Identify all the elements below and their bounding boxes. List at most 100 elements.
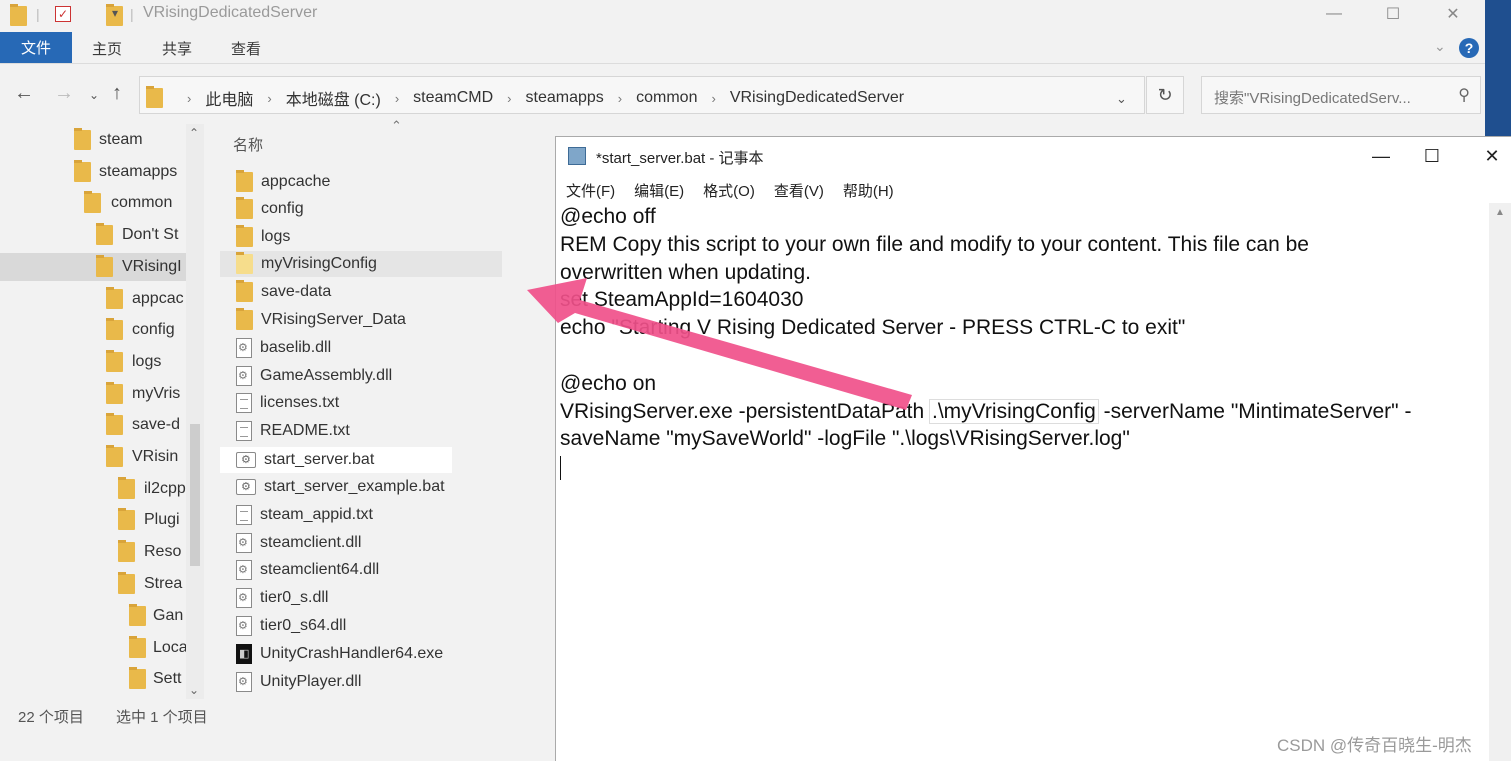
chevron-right-icon[interactable]: › xyxy=(711,91,715,106)
nav-item[interactable]: VRisin xyxy=(106,443,178,471)
nav-item[interactable]: appcac xyxy=(106,285,184,313)
file-row[interactable]: UnityPlayer.dll xyxy=(220,669,500,695)
menu-help[interactable]: 帮助(H) xyxy=(843,180,894,203)
file-name: logs xyxy=(261,228,291,245)
nav-item[interactable]: common xyxy=(84,189,172,217)
tab-view[interactable]: 查看 xyxy=(231,38,261,59)
explorer-titlebar: | ✓ ▾ | VRisingDedicatedServer — ☐ ✕ xyxy=(0,0,1485,32)
file-row[interactable]: baselib.dll xyxy=(220,335,500,361)
file-row-selected[interactable]: myVrisingConfig xyxy=(220,251,502,277)
breadcrumb-item[interactable]: VRisingDedicatedServer xyxy=(730,89,904,107)
maximize-button[interactable]: ☐ xyxy=(1370,0,1416,28)
file-row[interactable]: UnityCrashHandler64.exe xyxy=(220,641,500,667)
file-name: UnityPlayer.dll xyxy=(260,673,362,690)
chevron-down-icon[interactable]: ⌄ xyxy=(1434,38,1446,55)
nav-item[interactable]: steam xyxy=(74,126,143,154)
search-input[interactable]: 搜索"VRisingDedicatedServ... ⚲ xyxy=(1201,76,1481,114)
refresh-button[interactable]: ↻ xyxy=(1146,76,1184,114)
nav-item[interactable]: Gan xyxy=(129,602,183,630)
close-button[interactable]: ✕ xyxy=(1430,0,1476,28)
chevron-right-icon[interactable]: › xyxy=(395,91,399,106)
minimize-button[interactable]: — xyxy=(1311,0,1357,28)
nav-scrollbar[interactable]: ⌃ ⌄ xyxy=(186,124,204,699)
menu-edit[interactable]: 编辑(E) xyxy=(634,180,684,203)
folder-icon xyxy=(106,350,123,372)
minimize-button[interactable]: — xyxy=(1361,143,1401,169)
file-name: config xyxy=(261,200,304,217)
customize-toolbar-icon[interactable]: ▾ xyxy=(112,6,128,22)
nav-item-label: steam xyxy=(99,131,143,148)
chevron-right-icon[interactable]: › xyxy=(618,91,622,106)
file-row[interactable]: tier0_s64.dll xyxy=(220,613,500,639)
file-row[interactable]: save-data xyxy=(220,279,500,305)
chevron-right-icon[interactable]: › xyxy=(507,91,511,106)
properties-icon[interactable]: ✓ xyxy=(55,6,71,22)
chevron-down-icon[interactable]: ⌄ xyxy=(1116,91,1127,107)
menu-file[interactable]: 文件(F) xyxy=(566,180,615,203)
chevron-right-icon[interactable]: › xyxy=(187,91,191,106)
chevron-up-icon[interactable]: ▲ xyxy=(1495,207,1505,218)
file-row-highlighted[interactable]: start_server.bat xyxy=(220,447,452,473)
up-arrow-icon[interactable]: ↑ xyxy=(112,82,122,105)
nav-item[interactable]: logs xyxy=(106,348,161,376)
chevron-right-icon[interactable]: › xyxy=(267,91,271,106)
text-line: @echo off xyxy=(560,205,656,228)
file-row[interactable]: steam_appid.txt xyxy=(220,502,500,528)
nav-item[interactable]: steamapps xyxy=(74,158,177,186)
search-icon[interactable]: ⚲ xyxy=(1458,85,1470,105)
folder-icon xyxy=(106,445,123,467)
file-row[interactable]: appcache xyxy=(220,169,500,195)
tab-home[interactable]: 主页 xyxy=(92,38,122,59)
notepad-text-area[interactable]: @echo off REM Copy this script to your o… xyxy=(560,203,1490,481)
menu-view[interactable]: 查看(V) xyxy=(774,180,824,203)
breadcrumb-item[interactable]: 本地磁盘 (C:) xyxy=(286,86,381,110)
file-row[interactable]: config xyxy=(220,196,500,222)
notepad-scrollbar[interactable]: ▲ xyxy=(1489,203,1511,761)
nav-item[interactable]: myVris xyxy=(106,380,180,408)
tab-file[interactable]: 文件 xyxy=(0,32,72,63)
dll-file-icon xyxy=(236,366,252,386)
file-row[interactable]: steamclient.dll xyxy=(220,530,500,556)
breadcrumb-item[interactable]: 此电脑 xyxy=(205,86,253,110)
scrollbar-thumb[interactable] xyxy=(190,424,200,566)
nav-item[interactable]: Plugi xyxy=(118,506,180,534)
file-name: start_server.bat xyxy=(264,451,375,468)
exe-file-icon xyxy=(236,644,252,664)
file-row[interactable]: logs xyxy=(220,224,500,250)
column-header-name[interactable]: 名称 xyxy=(233,134,263,155)
selected-count: 选中 1 个项目 xyxy=(116,709,208,726)
chevron-down-icon[interactable]: ⌄ xyxy=(189,683,199,697)
folder-icon xyxy=(84,191,101,213)
chevron-up-icon[interactable]: ⌃ xyxy=(189,126,199,140)
file-row[interactable]: GameAssembly.dll xyxy=(220,363,500,389)
file-row[interactable]: start_server_example.bat xyxy=(220,474,500,500)
file-row[interactable]: VRisingServer_Data xyxy=(220,307,500,333)
nav-item[interactable]: Sett xyxy=(129,665,181,693)
nav-item[interactable]: Strea xyxy=(118,570,182,598)
menu-format[interactable]: 格式(O) xyxy=(703,180,755,203)
breadcrumb-item[interactable]: steamCMD xyxy=(413,89,493,107)
folder-icon xyxy=(236,197,253,219)
maximize-button[interactable]: ☐ xyxy=(1412,143,1452,169)
file-row[interactable]: README.txt xyxy=(220,418,500,444)
file-row[interactable]: steamclient64.dll xyxy=(220,557,500,583)
nav-item-label: Strea xyxy=(144,575,183,592)
address-bar[interactable]: › 此电脑 › 本地磁盘 (C:) › steamCMD › steamapps… xyxy=(139,76,1145,114)
nav-item[interactable]: Don't St xyxy=(96,221,178,249)
nav-item[interactable]: Loca xyxy=(129,634,188,662)
file-row[interactable]: licenses.txt xyxy=(220,390,500,416)
nav-item[interactable]: config xyxy=(106,316,175,344)
close-button[interactable]: ✕ xyxy=(1472,143,1511,169)
nav-item-selected[interactable]: VRisingI xyxy=(0,253,186,281)
breadcrumb-item[interactable]: common xyxy=(636,89,697,107)
nav-item[interactable]: il2cpp xyxy=(118,475,186,503)
recent-locations-icon[interactable]: ⌄ xyxy=(89,88,99,102)
forward-arrow-icon[interactable]: → xyxy=(54,82,74,105)
help-icon[interactable]: ? xyxy=(1459,38,1479,58)
breadcrumb-item[interactable]: steamapps xyxy=(526,89,604,107)
file-row[interactable]: tier0_s.dll xyxy=(220,585,500,611)
tab-share[interactable]: 共享 xyxy=(162,38,192,59)
back-arrow-icon[interactable]: ← xyxy=(14,82,34,105)
nav-item[interactable]: Reso xyxy=(118,538,181,566)
nav-item[interactable]: save-d xyxy=(106,411,180,439)
